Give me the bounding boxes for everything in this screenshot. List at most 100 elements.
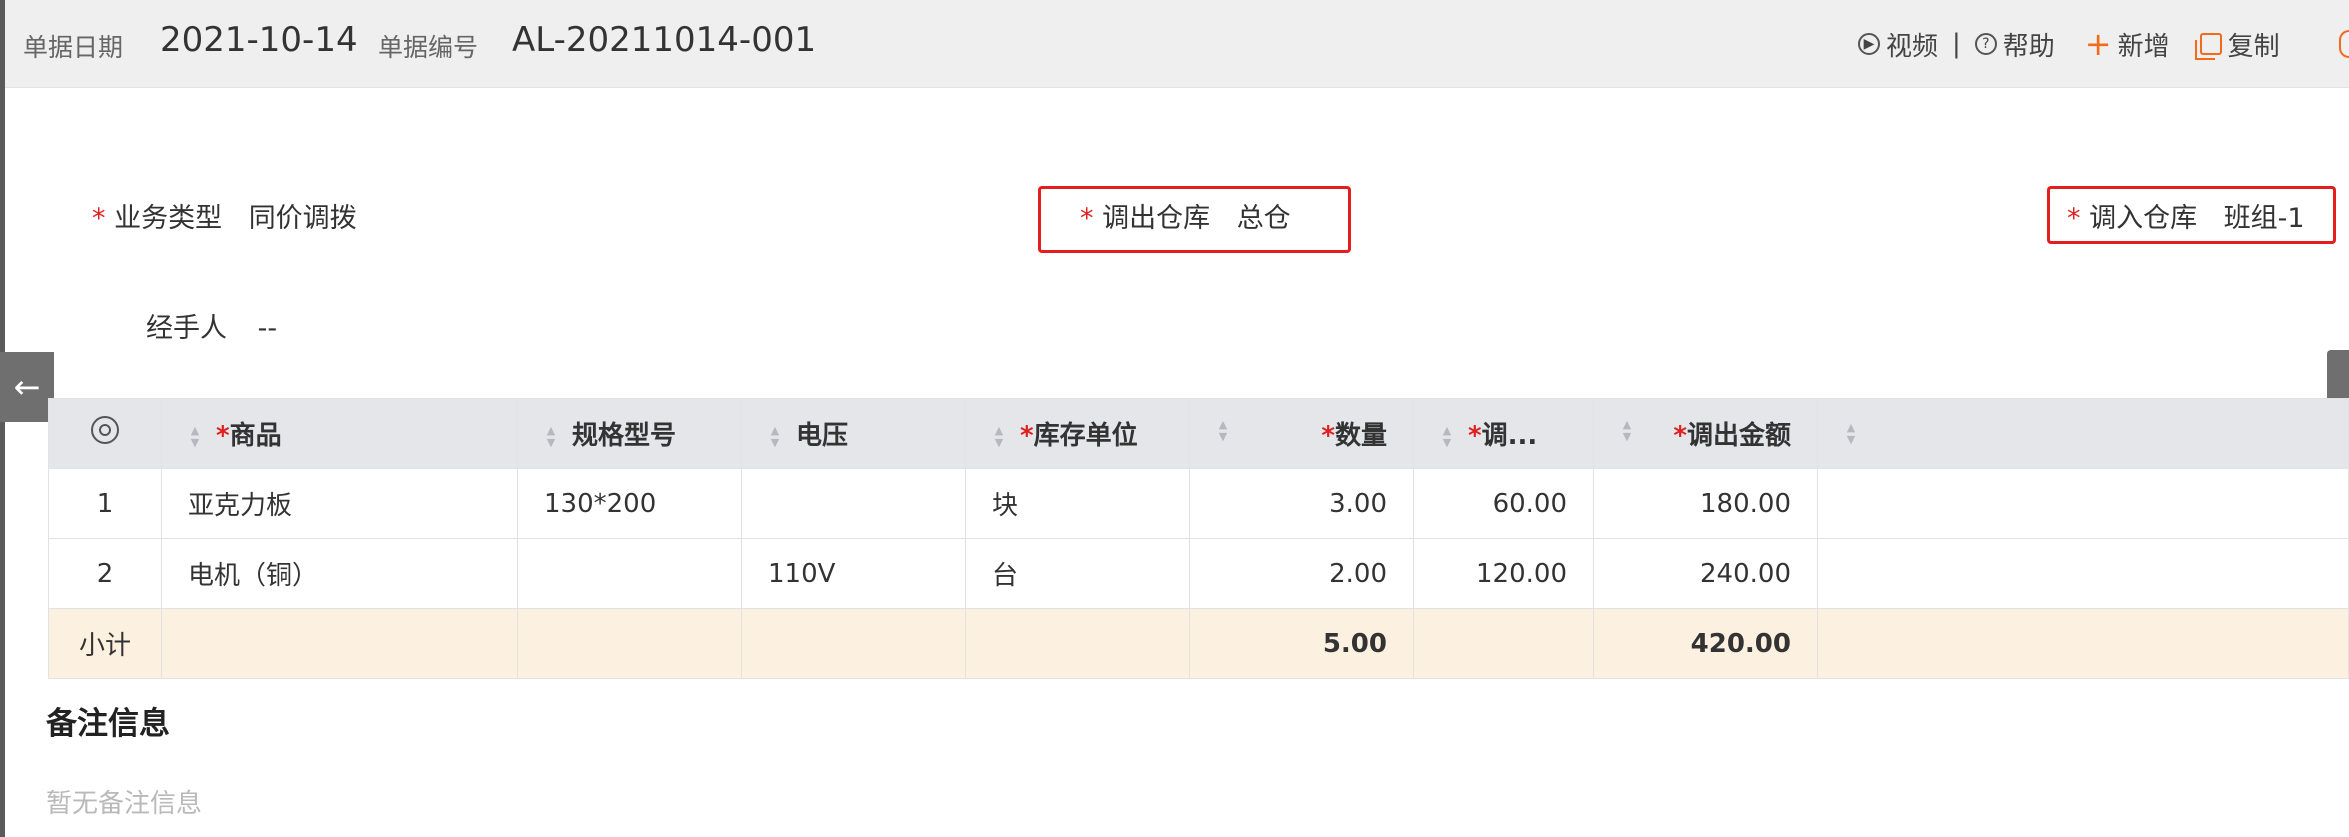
row-index: 1 xyxy=(48,468,162,539)
out-warehouse-value[interactable]: 总仓 xyxy=(1237,203,1291,234)
help-button[interactable]: ? 帮助 xyxy=(1974,26,2055,63)
amount-cell[interactable]: 240.00 xyxy=(1593,538,1818,609)
sort-icon: ▲ ▼ xyxy=(1442,423,1452,449)
subtotal-empty-cell xyxy=(517,608,742,679)
column-label: 商品 xyxy=(229,421,282,451)
column-label: 库存单位 xyxy=(1033,421,1138,451)
price-cell[interactable]: 120.00 xyxy=(1413,538,1594,609)
required-mark: * xyxy=(2067,203,2081,234)
business-type-value[interactable]: 同价调拨 xyxy=(249,203,357,234)
play-icon: ▶ xyxy=(1858,33,1880,55)
column-header-spec[interactable]: ▲ ▼ 规格型号 xyxy=(517,398,742,469)
table-header-row: ▲ ▼ *商品 ▲ ▼ 规格型号 ▲ ▼ 电压 ▲ ▼ *库存单位 ▲ ▼ *数量 ▲ ▼ *调... … xyxy=(48,398,2349,469)
subtotal-empty-cell xyxy=(161,608,518,679)
out-warehouse-label: 调出仓库 xyxy=(1102,203,1211,234)
sort-icon: ▲ ▼ xyxy=(190,423,200,449)
items-table: ▲ ▼ *商品 ▲ ▼ 规格型号 ▲ ▼ 电压 ▲ ▼ *库存单位 ▲ ▼ *数量 ▲ ▼ *调... … xyxy=(48,398,2349,679)
subtotal-empty-cell xyxy=(1413,608,1594,679)
product-cell[interactable]: 亚克力板 xyxy=(161,468,518,539)
column-header-quantity[interactable]: ▲ ▼ *数量 xyxy=(1189,398,1414,469)
document-header-bar: 单据日期 2021-10-14 单据编号 AL-20211014-001 ▶ 视… xyxy=(5,0,2349,88)
price-cell[interactable]: 60.00 xyxy=(1413,468,1594,539)
subtotal-row: 小计 5.00 420.00 xyxy=(48,608,2349,679)
column-header-unit[interactable]: ▲ ▼ *库存单位 xyxy=(965,398,1190,469)
copy-button[interactable]: 复制 xyxy=(2170,26,2280,63)
column-header-voltage[interactable]: ▲ ▼ 电压 xyxy=(741,398,966,469)
copy-icon xyxy=(2194,33,2222,60)
in-warehouse-field: * 调入仓库 班组-1 xyxy=(2067,196,2305,235)
handler-value[interactable]: -- xyxy=(258,313,278,344)
video-label: 视频 xyxy=(1886,31,1939,62)
extra-cell xyxy=(1817,538,2349,609)
sort-icon: ▲ ▼ xyxy=(546,423,556,449)
required-mark: * xyxy=(92,203,106,234)
required-mark: * xyxy=(1321,421,1335,451)
business-type-field: * 业务类型 同价调拨 xyxy=(92,196,357,235)
sort-icon: ▲ ▼ xyxy=(994,423,1004,449)
out-warehouse-field: * 调出仓库 总仓 xyxy=(1080,196,1291,235)
question-icon: ? xyxy=(1974,33,1997,55)
required-mark: * xyxy=(1673,421,1687,451)
subtotal-amount: 420.00 xyxy=(1593,608,1818,679)
required-mark: * xyxy=(1080,203,1094,234)
column-header-product[interactable]: ▲ ▼ *商品 xyxy=(161,398,518,469)
document-date-label: 单据日期 xyxy=(23,33,124,62)
table-row[interactable]: 2 电机（铜） 110V 台 2.00 120.00 240.00 xyxy=(48,538,2349,609)
column-settings-cell[interactable] xyxy=(48,398,162,469)
spec-cell[interactable] xyxy=(517,538,742,609)
column-label: 规格型号 xyxy=(572,421,677,451)
spec-cell[interactable]: 130*200 xyxy=(517,468,742,539)
subtotal-empty-cell xyxy=(741,608,966,679)
quantity-cell[interactable]: 2.00 xyxy=(1189,538,1414,609)
column-label: 数量 xyxy=(1334,421,1387,451)
add-label: 新增 xyxy=(2117,31,2170,62)
in-warehouse-value[interactable]: 班组-1 xyxy=(2224,203,2305,234)
product-cell[interactable]: 电机（铜） xyxy=(161,538,518,609)
sort-icon: ▲ ▼ xyxy=(1622,417,1632,443)
table-row[interactable]: 1 亚克力板 130*200 块 3.00 60.00 180.00 xyxy=(48,468,2349,539)
document-date-value: 2021-10-14 xyxy=(160,20,358,60)
in-warehouse-label: 调入仓库 xyxy=(2089,203,2198,234)
copy-label: 复制 xyxy=(2227,31,2280,62)
business-type-label: 业务类型 xyxy=(114,203,223,234)
column-label: 调出金额 xyxy=(1686,421,1791,451)
header-actions: ▶ 视频 | ? 帮助 + 新增 复制 xyxy=(1858,24,2280,64)
sort-icon: ▲ ▼ xyxy=(1218,417,1228,443)
sort-icon: ▲ ▼ xyxy=(770,423,780,449)
amount-cell[interactable]: 180.00 xyxy=(1593,468,1818,539)
voltage-cell[interactable] xyxy=(741,468,966,539)
voltage-cell[interactable]: 110V xyxy=(741,538,966,609)
unit-cell[interactable]: 块 xyxy=(965,468,1190,539)
subtotal-empty-cell xyxy=(1817,608,2349,679)
video-button[interactable]: ▶ 视频 xyxy=(1858,26,1938,63)
row-index: 2 xyxy=(48,538,162,609)
help-label: 帮助 xyxy=(2002,31,2055,62)
subtotal-label: 小计 xyxy=(48,608,162,679)
document-number-value: AL-20211014-001 xyxy=(512,20,817,60)
column-header-extra[interactable]: ▲ ▼ xyxy=(1817,398,2349,469)
required-mark: * xyxy=(1020,421,1034,451)
subtotal-empty-cell xyxy=(965,608,1190,679)
gear-icon xyxy=(91,416,119,444)
extra-cell xyxy=(1817,468,2349,539)
subtotal-quantity: 5.00 xyxy=(1189,608,1414,679)
unit-cell[interactable]: 台 xyxy=(965,538,1190,609)
plus-icon: + xyxy=(2084,25,2112,63)
back-arrow-icon[interactable]: ← xyxy=(0,352,54,422)
column-label: 电压 xyxy=(796,421,849,451)
more-actions-icon[interactable] xyxy=(2339,30,2349,58)
remarks-title: 备注信息 xyxy=(46,706,170,742)
sort-icon: ▲ ▼ xyxy=(1846,421,1856,446)
handler-label: 经手人 xyxy=(146,313,227,344)
column-header-amount[interactable]: ▲ ▼ *调出金额 xyxy=(1593,398,1818,469)
required-mark: * xyxy=(216,421,230,451)
quantity-cell[interactable]: 3.00 xyxy=(1189,468,1414,539)
column-header-price[interactable]: ▲ ▼ *调... xyxy=(1413,398,1594,469)
column-label: 调... xyxy=(1481,421,1538,451)
add-button[interactable]: + 新增 xyxy=(2055,26,2170,63)
document-number-label: 单据编号 xyxy=(378,33,479,62)
required-mark: * xyxy=(1468,421,1482,451)
remarks-empty-text: 暂无备注信息 xyxy=(46,789,203,819)
handler-field: 经手人 -- xyxy=(146,306,277,345)
actions-separator: | xyxy=(1952,29,1961,59)
